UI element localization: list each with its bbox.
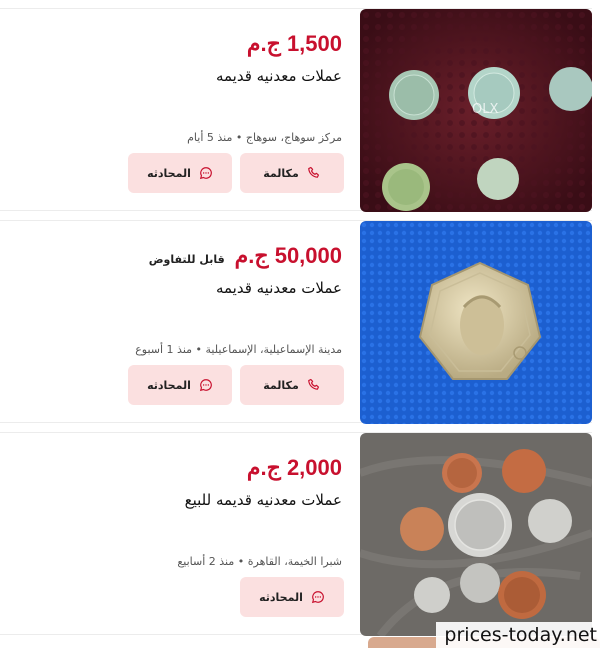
listing-info: 1,500 ج.م عملات معدنيه قديمه مركز سوهاج،… — [126, 9, 344, 212]
listing-card[interactable]: OLX 1,500 ج.م عملات معدنيه قديمه مركز سو… — [0, 8, 592, 212]
listing-card[interactable]: 2,000 ج.م عملات معدنيه قديمه للبيع شبرا … — [0, 432, 592, 636]
listing-info: 50,000 ج.م قابل للتفاوض عملات معدنيه قدي… — [126, 221, 344, 424]
chat-bubble-icon — [199, 167, 212, 180]
chat-button[interactable]: المحادثه — [128, 365, 232, 405]
listing-info: 2,000 ج.م عملات معدنيه قديمه للبيع شبرا … — [126, 433, 344, 636]
phone-icon — [307, 166, 319, 178]
listing-location: مدينة الإسماعيلية، الإسماعيلية • منذ 1 أ… — [135, 343, 342, 356]
chat-label: المحادثه — [147, 166, 191, 180]
chat-button[interactable]: المحادثه — [240, 577, 344, 617]
listing-image[interactable] — [360, 221, 592, 424]
listing-location: شبرا الخيمة، القاهرة • منذ 2 أسابيع — [177, 555, 342, 568]
listing-title[interactable]: عملات معدنيه قديمه للبيع — [185, 491, 342, 509]
listing-price: 50,000 ج.م — [234, 243, 342, 268]
call-label: مكالمة — [263, 378, 299, 392]
call-label: مكالمة — [263, 166, 299, 180]
listing-image[interactable]: OLX — [360, 9, 592, 212]
svg-text:OLX: OLX — [472, 102, 498, 117]
watermark: prices-today.net — [436, 622, 600, 648]
listing-card[interactable]: 50,000 ج.م قابل للتفاوض عملات معدنيه قدي… — [0, 220, 592, 424]
negotiable-tag: قابل للتفاوض — [148, 253, 225, 266]
listing-image[interactable] — [360, 433, 592, 636]
chat-bubble-icon — [311, 591, 324, 604]
chat-button[interactable]: المحادثه — [128, 153, 232, 193]
phone-icon — [307, 378, 319, 390]
listing-title[interactable]: عملات معدنيه قديمه — [216, 67, 342, 85]
chat-bubble-icon — [199, 379, 212, 392]
listing-title[interactable]: عملات معدنيه قديمه — [216, 279, 342, 297]
call-button[interactable]: مكالمة — [240, 365, 344, 405]
listing-price: 2,000 ج.م — [246, 455, 342, 480]
listing-price: 1,500 ج.م — [246, 31, 342, 56]
chat-label: المحادثه — [147, 378, 191, 392]
listing-location: مركز سوهاج، سوهاج • منذ 5 أيام — [187, 131, 342, 144]
chat-label: المحادثه — [259, 590, 303, 604]
call-button[interactable]: مكالمة — [240, 153, 344, 193]
